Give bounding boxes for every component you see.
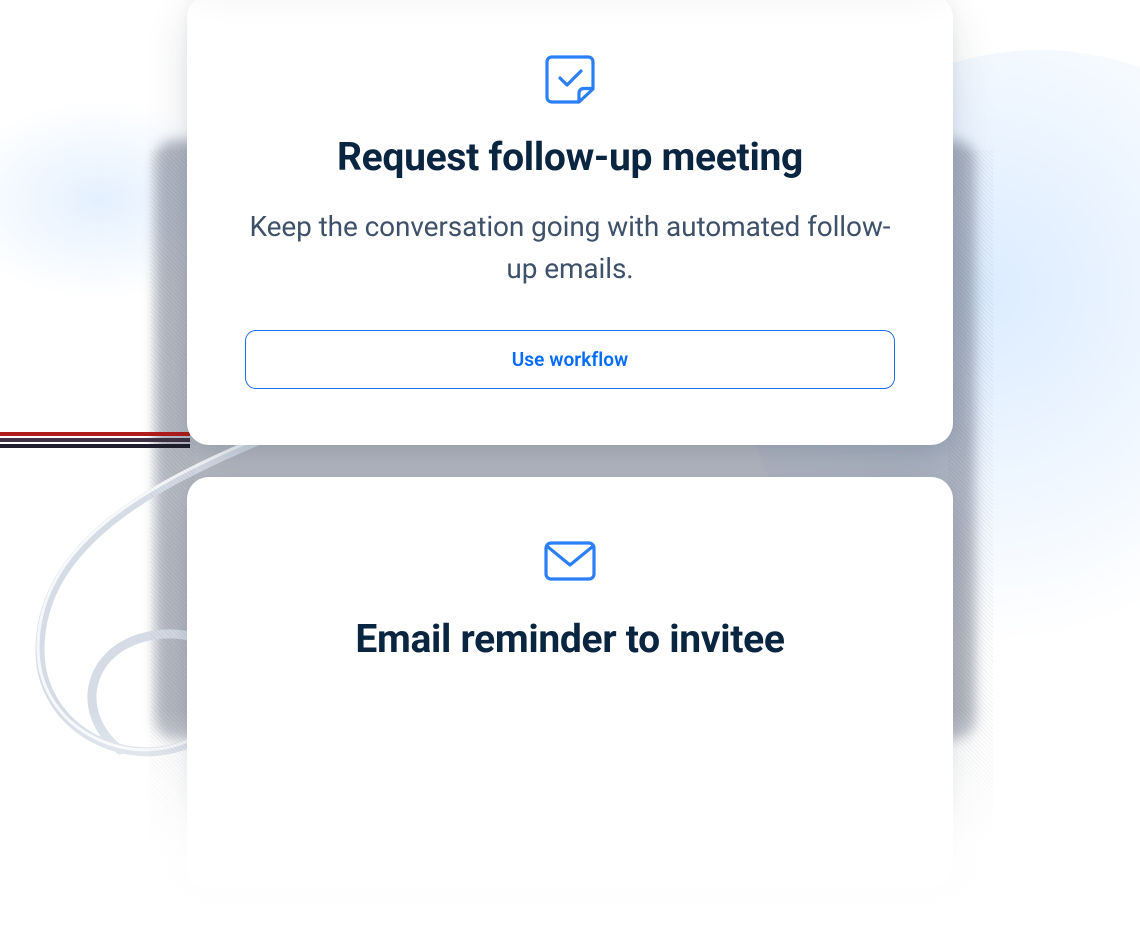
envelope-icon [542, 533, 598, 589]
workflow-card: Email reminder to invitee Send automatic… [187, 477, 953, 888]
card-title: Email reminder to invitee [245, 617, 895, 662]
use-workflow-button[interactable]: Use workflow [245, 330, 895, 389]
card-title: Request follow-up meeting [245, 135, 895, 180]
workflow-card: Request follow-up meeting Keep the conve… [187, 0, 953, 445]
note-check-icon [542, 51, 598, 107]
decorative-streak-icon [0, 432, 190, 448]
card-description: Keep the conversation going with automat… [245, 206, 895, 290]
workflow-cards-list: Email confirmation for the host or invit… [187, 0, 953, 920]
